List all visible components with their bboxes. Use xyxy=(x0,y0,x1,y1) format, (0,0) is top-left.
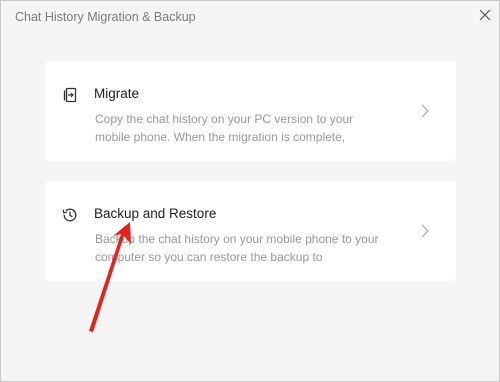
migrate-title: Migrate xyxy=(94,86,140,101)
backup-restore-option[interactable]: Backup and Restore Backup the chat histo… xyxy=(45,181,456,281)
migration-backup-window: Chat History Migration & Backup Migrate … xyxy=(0,0,500,382)
chevron-right-icon xyxy=(419,222,431,240)
history-clock-icon xyxy=(60,205,80,225)
chevron-right-icon xyxy=(419,102,431,120)
close-icon xyxy=(479,9,491,21)
window-title: Chat History Migration & Backup xyxy=(15,10,196,24)
migrate-description: Copy the chat history on your PC version… xyxy=(95,112,354,144)
migrate-option[interactable]: Migrate Copy the chat history on your PC… xyxy=(45,61,456,161)
backup-restore-title: Backup and Restore xyxy=(94,206,217,221)
backup-restore-description: Backup the chat history on your mobile p… xyxy=(95,232,379,264)
migrate-icon xyxy=(60,85,80,105)
close-button[interactable] xyxy=(475,5,495,25)
